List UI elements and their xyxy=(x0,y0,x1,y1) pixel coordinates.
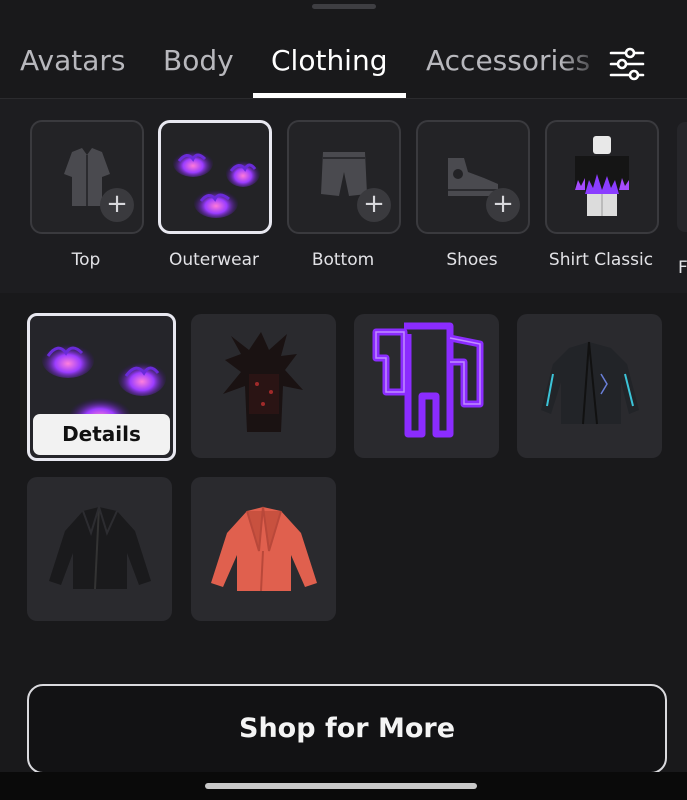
add-badge: + xyxy=(486,188,520,222)
leather-jacket-item-image xyxy=(49,503,151,590)
dark-armor-item-image xyxy=(223,332,303,432)
item-purple-fire-outerwear[interactable]: Details xyxy=(27,313,176,461)
coral-blazer-item-image xyxy=(211,506,317,592)
category-bottom[interactable]: + Bottom xyxy=(287,120,403,270)
item-black-leather-jacket[interactable] xyxy=(27,477,172,621)
neon-jacket-item-image xyxy=(541,341,639,425)
shop-for-more-button[interactable]: Shop for More xyxy=(27,684,667,774)
category-label: Shoes xyxy=(446,250,498,270)
category-shoes[interactable]: + Shoes xyxy=(416,120,532,270)
plus-icon: + xyxy=(492,189,514,219)
tabs-fade-overlay xyxy=(560,30,605,90)
next-category-peek[interactable] xyxy=(677,122,687,232)
category-label: Bottom xyxy=(311,250,375,270)
plus-icon: + xyxy=(363,189,385,219)
tab-bar: Avatars Body Clothing Accessories xyxy=(0,0,687,99)
sliders-icon xyxy=(609,47,645,81)
tab-body[interactable]: Body xyxy=(163,44,234,77)
category-tile[interactable]: + xyxy=(287,120,401,234)
classic-shirt-thumbnail xyxy=(575,136,629,216)
details-button[interactable]: Details xyxy=(33,414,170,455)
next-category-peek-label: F xyxy=(678,258,687,278)
category-label: Top xyxy=(71,250,101,270)
add-badge: + xyxy=(357,188,391,222)
category-tile[interactable]: + xyxy=(30,120,144,234)
category-label: Outerwear xyxy=(168,250,260,270)
active-tab-indicator xyxy=(253,93,406,98)
item-dark-spiked-armor[interactable] xyxy=(191,314,336,458)
item-coral-blazer[interactable] xyxy=(191,477,336,621)
category-tile[interactable] xyxy=(545,120,659,234)
purple-fire-thumbnail xyxy=(173,149,260,218)
tab-clothing[interactable]: Clothing xyxy=(271,44,387,77)
category-outerwear[interactable]: Outerwear xyxy=(158,120,274,270)
filter-button[interactable] xyxy=(603,44,649,84)
plus-icon: + xyxy=(106,189,128,219)
add-badge: + xyxy=(100,188,134,222)
category-label: Shirt Classic xyxy=(548,250,654,270)
category-shirt-classic[interactable]: Shirt Classic xyxy=(545,120,661,270)
item-black-neon-jacket[interactable] xyxy=(517,314,662,458)
home-indicator[interactable] xyxy=(205,783,477,789)
category-tile-selected[interactable] xyxy=(158,120,272,234)
category-tile[interactable]: + xyxy=(416,120,530,234)
category-row: + Top Outerwear + Bottom + Shoes Shirt C… xyxy=(0,99,687,293)
tab-avatars[interactable]: Avatars xyxy=(20,44,125,77)
item-purple-neon-outline-shirt[interactable] xyxy=(354,314,499,458)
category-top[interactable]: + Top xyxy=(30,120,146,270)
neon-shirt-item-image xyxy=(372,322,484,438)
